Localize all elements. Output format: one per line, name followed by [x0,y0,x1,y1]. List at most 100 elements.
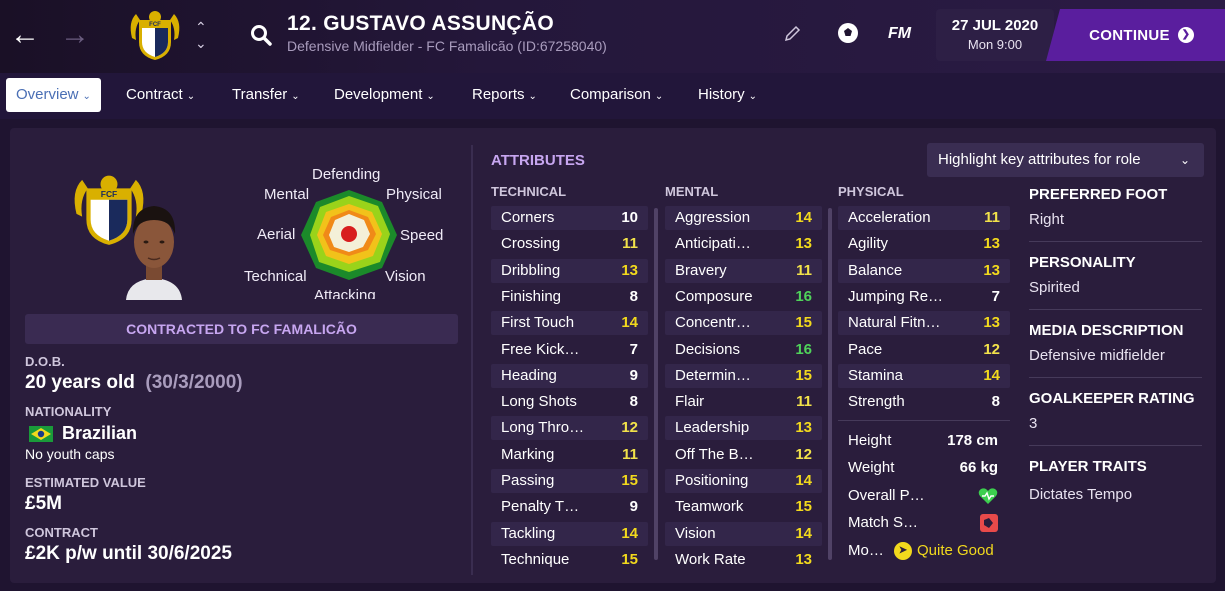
attribute-value: 9 [629,498,638,516]
attribute-name: Tackling [501,524,556,542]
attribute-row[interactable]: First Touch 14 [491,311,648,336]
tab-history[interactable]: History ⌄ [688,78,767,112]
chevron-up-icon[interactable]: ⌃ [195,20,207,34]
attribute-row[interactable]: Technique 15 [491,548,648,572]
attribute-row[interactable]: Concentr… 15 [665,311,822,336]
header-bar: ← → FCF ⌃ ⌄ 12. GUSTAVO ASSUNÇÃO Defensi… [0,0,1225,73]
attribute-row[interactable]: Aggression 14 [665,206,822,230]
goalkeeper-rating-label: GOALKEEPER RATING [1029,390,1195,407]
attribute-value: 12 [983,340,1000,358]
brazil-flag-icon [29,426,53,442]
tab-contract[interactable]: Contract ⌄ [116,78,205,112]
forward-arrow-icon[interactable]: → [60,20,90,50]
chevron-down-icon: ⌄ [186,91,196,102]
attribute-row[interactable]: Free Kick… 7 [491,338,648,362]
technical-scrollbar[interactable] [654,208,658,560]
attribute-row[interactable]: Marking 11 [491,443,648,467]
attribute-row[interactable]: Heading 9 [491,363,648,388]
tab-development[interactable]: Development ⌄ [324,78,445,112]
attribute-row[interactable]: Long Thro… 12 [491,416,648,441]
attribute-row[interactable]: Off The B… 12 [665,443,822,467]
attribute-row[interactable]: Strength 8 [838,390,1010,414]
search-icon[interactable] [249,23,273,47]
attribute-row[interactable]: Long Shots 8 [491,390,648,414]
attribute-row[interactable]: Pace 12 [838,338,1010,362]
pencil-icon[interactable] [783,25,801,43]
attribute-row[interactable]: Decisions 16 [665,338,822,362]
attribute-value: 14 [983,366,1000,384]
attribute-row[interactable]: Teamwork 15 [665,495,822,519]
attribute-row[interactable]: Balance 13 [838,258,1010,283]
fm-logo[interactable]: FM [888,25,911,43]
attribute-row[interactable]: Crossing 11 [491,232,648,256]
attribute-row[interactable]: Agility 13 [838,232,1010,256]
attribute-row[interactable]: Flair 11 [665,390,822,414]
tab-transfer[interactable]: Transfer ⌄ [222,78,310,112]
continue-button[interactable]: CONTINUE ❯ [1046,9,1225,61]
attribute-value: 15 [795,498,812,516]
overall-condition-row[interactable]: Overall P… [838,484,1003,508]
attribute-value: 13 [983,261,1000,279]
attribute-row[interactable]: Penalty T… 9 [491,495,648,519]
player-traits-value: Dictates Tempo [1029,486,1133,503]
attribute-row[interactable]: Corners 10 [491,206,648,230]
tab-comparison[interactable]: Comparison ⌄ [560,78,673,112]
football-icon[interactable] [836,21,860,45]
attribute-row[interactable]: Bravery 11 [665,258,822,283]
attribute-value: 15 [795,314,812,332]
attribute-value: 15 [621,550,638,568]
divider [1029,377,1202,378]
attribute-name: Corners [501,209,555,226]
attribute-row[interactable]: Finishing 8 [491,285,648,309]
mental-header: MENTAL [665,184,719,199]
date-box[interactable]: 27 JUL 2020 Mon 9:00 [936,9,1054,61]
attribute-row[interactable]: Stamina 14 [838,363,1010,388]
chevron-down-icon[interactable]: ⌄ [195,36,207,50]
morale-row[interactable]: Mo… ➤ Quite Good [838,539,1003,563]
attribute-value: 12 [795,445,812,463]
player-name: 12. GUSTAVO ASSUNÇÃO [287,12,554,35]
mental-scrollbar[interactable] [828,208,832,560]
radar-label-technical: Technical [244,268,307,285]
attribute-value: 14 [795,472,812,489]
attribute-row[interactable]: Jumping Re… 7 [838,285,1010,309]
attribute-row[interactable]: Anticipati… 13 [665,232,822,256]
attribute-value: 7 [991,287,1000,305]
attribute-row[interactable]: Dribbling 13 [491,258,648,283]
attribute-value: 11 [796,393,812,411]
attribute-row[interactable]: Composure 16 [665,285,822,309]
attribute-name: Determin… [675,366,751,384]
attribute-row[interactable]: Passing 15 [491,469,648,493]
attribute-row[interactable]: Determin… 15 [665,363,822,388]
technical-header: TECHNICAL [491,184,567,199]
attribute-row[interactable]: Natural Fitn… 13 [838,311,1010,336]
attribute-value: 11 [622,445,638,463]
attribute-row[interactable]: Vision 14 [665,521,822,546]
tab-overview[interactable]: Overview ⌄ [6,78,101,112]
back-arrow-icon[interactable]: ← [10,20,40,50]
attribute-name: Work Rate [675,550,746,568]
personality-label: PERSONALITY [1029,254,1136,271]
attribute-name: Technique [501,550,570,568]
attribute-row[interactable]: Work Rate 13 [665,548,822,572]
continue-label: CONTINUE [1089,26,1170,44]
attribute-value: 13 [983,314,1000,332]
attribute-row[interactable]: Acceleration 11 [838,206,1010,230]
attributes-title: ATTRIBUTES [491,152,585,169]
attribute-value: 8 [629,393,638,411]
match-sharpness-row[interactable]: Match S… [838,511,1003,535]
attribute-row[interactable]: Positioning 14 [665,469,822,493]
attribute-value: 8 [991,393,1000,411]
highlight-role-dropdown[interactable]: Highlight key attributes for role ⌄ [927,143,1204,177]
contract-label: CONTRACT [25,525,98,540]
attribute-name: Bravery [675,261,727,279]
attribute-name: Finishing [501,287,562,305]
radar-label-speed: Speed [400,227,444,244]
tab-reports[interactable]: Reports ⌄ [462,78,547,112]
radar-label-defending: Defending [312,166,381,183]
attribute-value: 16 [795,340,812,358]
club-crest-icon[interactable]: FCF [126,8,184,64]
attribute-name: Natural Fitn… [848,314,941,332]
attribute-row[interactable]: Tackling 14 [491,521,648,546]
attribute-row[interactable]: Leadership 13 [665,416,822,441]
